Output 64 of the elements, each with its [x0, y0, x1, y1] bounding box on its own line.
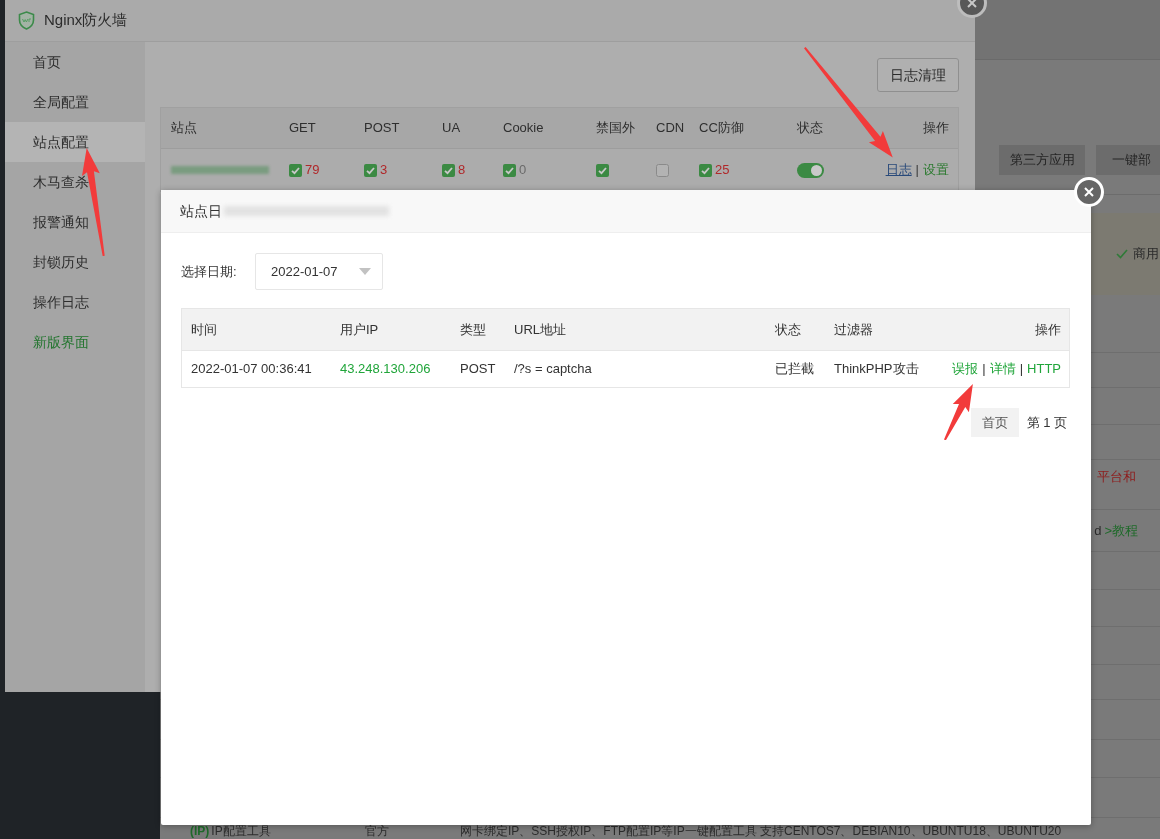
column-header: CC防御	[698, 119, 745, 138]
checkbox[interactable]	[289, 163, 302, 177]
column-header: CDN	[655, 119, 686, 138]
checkbox[interactable]	[503, 163, 516, 177]
column-header: 类型	[459, 320, 487, 339]
date-select[interactable]: 2022-01-07	[255, 253, 383, 290]
column-header: POST	[363, 119, 401, 138]
notice-text: 商用	[1133, 245, 1159, 264]
caret-icon	[359, 268, 371, 275]
column-header: 时间	[190, 320, 218, 339]
column-header: UA	[441, 119, 462, 138]
column-header: 用户IP	[339, 320, 380, 339]
annotation-arrow	[944, 384, 973, 441]
checkbox[interactable]	[442, 163, 455, 177]
dialog-title: 站点日	[180, 201, 222, 221]
sidebar-item[interactable]: 站点配置	[5, 122, 145, 162]
tool-source: 官方	[365, 824, 390, 838]
alert-text: 平台和	[1097, 469, 1136, 485]
check-icon	[1116, 249, 1128, 259]
page-indicator: 第 1 页	[1026, 413, 1067, 432]
toggle-switch[interactable]	[797, 162, 824, 178]
separator-text: |	[982, 360, 986, 379]
table-cell-text: 已拦截	[774, 360, 815, 379]
first-page-button[interactable]: 首页	[970, 408, 1019, 437]
hit-count: 3	[380, 161, 388, 180]
column-header: 操作	[1035, 320, 1062, 339]
column-header: URL地址	[513, 320, 567, 339]
table-cell-text: POST	[459, 360, 497, 379]
tool-tag: (IP)	[190, 824, 210, 838]
date-label: 选择日期:	[181, 262, 238, 281]
checkbox[interactable]	[656, 163, 669, 177]
checkbox[interactable]	[699, 163, 712, 177]
close-icon	[1084, 187, 1094, 197]
column-header: 禁国外	[595, 119, 636, 138]
tool-description: 网卡绑定IP、SSH授权IP、FTP配置IP等IP一键配置工具 支持CENTOS7、DEBIAN10、UBUNTU18、UBUNTU20	[460, 824, 1063, 838]
table-cell-text: 2022-01-07 00:36:41	[190, 360, 313, 379]
action-link[interactable]: 日志	[885, 160, 912, 180]
tool-name: IP配置工具	[211, 824, 271, 838]
column-header: 站点	[170, 119, 198, 138]
separator-text: |	[1019, 360, 1024, 379]
column-header: 状态	[796, 119, 824, 138]
column-header: Cookie	[502, 119, 545, 138]
checkbox[interactable]	[364, 163, 377, 177]
checkbox[interactable]	[596, 163, 609, 177]
row-text: d	[1094, 521, 1102, 540]
close-icon	[967, 0, 977, 8]
hit-count: 79	[305, 161, 320, 180]
shield-icon	[18, 11, 35, 30]
clear-log-button[interactable]: 日志清理	[877, 58, 959, 92]
column-header: GET	[288, 119, 317, 138]
ip-address: 43.248.130.206	[339, 360, 432, 379]
column-header: 过滤器	[833, 320, 874, 339]
action-link[interactable]: 误报	[952, 359, 979, 379]
separator-text: |	[915, 161, 919, 180]
table-cell-text: ThinkPHP攻击	[833, 360, 920, 379]
action-link[interactable]: HTTP	[1027, 359, 1061, 379]
column-header: 操作	[923, 119, 950, 138]
action-link[interactable]: 详情	[989, 359, 1016, 379]
column-header: 状态	[774, 320, 802, 339]
table-cell-text: /?s = captcha	[513, 360, 593, 379]
hit-count: 8	[458, 161, 466, 180]
hit-count: 25	[715, 161, 730, 180]
window-title: Nginx防火墙	[44, 10, 128, 31]
hit-count: 0	[519, 161, 527, 180]
